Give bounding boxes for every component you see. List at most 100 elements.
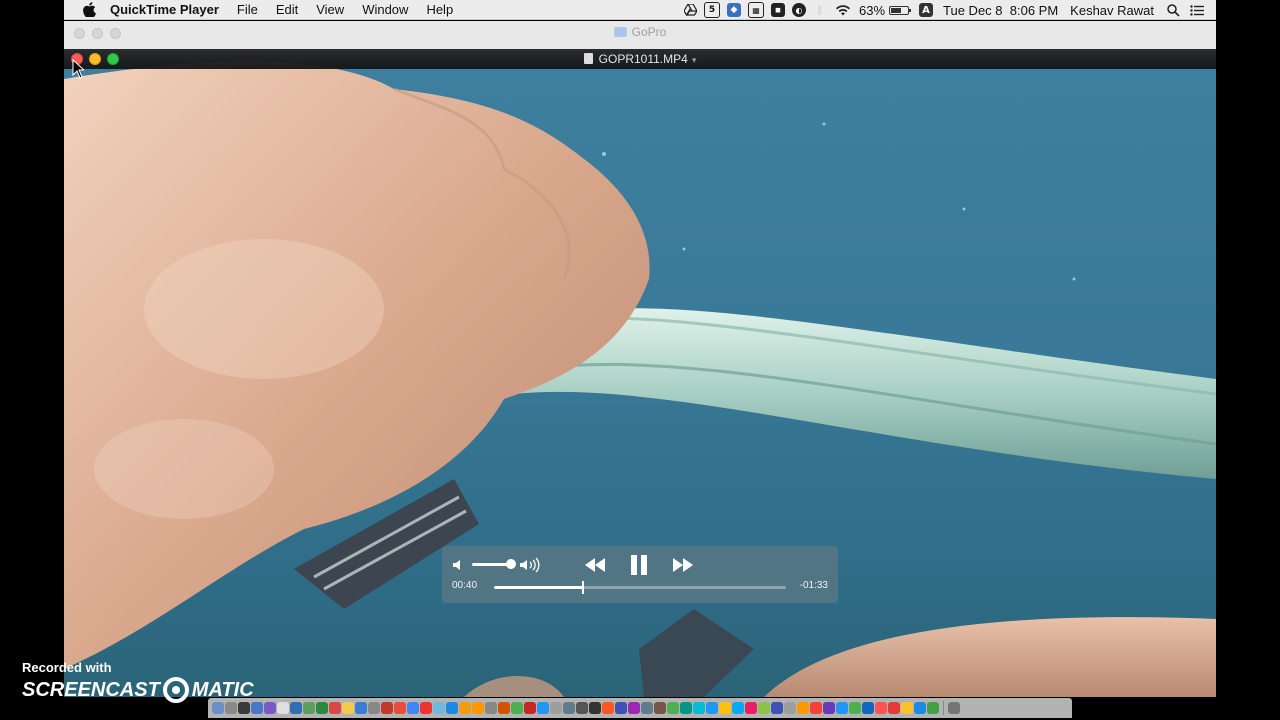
dock-app-icon[interactable] (394, 702, 406, 714)
dock-app-icon[interactable] (342, 702, 354, 714)
app-status-icon[interactable]: ▦ (748, 2, 764, 18)
time-machine-icon[interactable]: ◐ (792, 3, 806, 17)
title-menu-chevron-icon[interactable]: ▾ (692, 55, 697, 65)
menu-view[interactable]: View (316, 2, 344, 17)
scrubber[interactable] (494, 581, 786, 594)
dock-app-icon[interactable] (589, 702, 601, 714)
dropbox-status-icon[interactable]: ◆ (727, 3, 741, 17)
dock-app-icon[interactable] (446, 702, 458, 714)
player-title-bar[interactable]: GOPR1011.MP4 ▾ (64, 49, 1216, 69)
dock-app-icon[interactable] (485, 702, 497, 714)
window-title[interactable]: GOPR1011.MP4 ▾ (64, 52, 1216, 66)
dock-app-icon[interactable] (732, 702, 744, 714)
dock-app-icon[interactable] (498, 702, 510, 714)
dock-app-icon[interactable] (420, 702, 432, 714)
app-menu[interactable]: QuickTime Player (110, 2, 219, 17)
dock-app-icon[interactable] (537, 702, 549, 714)
playback-controls: 00:40 -01:33 (442, 546, 838, 603)
dock-app-icon[interactable] (901, 702, 913, 714)
battery-icon[interactable] (889, 5, 912, 15)
dock-app-icon[interactable] (680, 702, 692, 714)
dock-app-icon[interactable] (433, 702, 445, 714)
volume-low-icon[interactable] (452, 558, 466, 572)
dock-app-icon[interactable] (771, 702, 783, 714)
dock-app-icon[interactable] (550, 702, 562, 714)
wifi-icon[interactable] (834, 3, 852, 17)
dock-app-icon[interactable] (264, 702, 276, 714)
playhead[interactable] (582, 581, 584, 594)
apple-menu-icon[interactable] (80, 1, 98, 19)
dock-app-icon[interactable] (693, 702, 705, 714)
dock-app-icon[interactable] (823, 702, 835, 714)
dock-app-icon[interactable] (654, 702, 666, 714)
dock-app-icon[interactable] (875, 702, 887, 714)
dock-app-icon[interactable] (927, 702, 939, 714)
dock-app-icon[interactable] (576, 702, 588, 714)
dock-app-icon[interactable] (563, 702, 575, 714)
status-area: 5 ◆ ▦ ◼ ◐ ᛒ 63% A Tue Dec 8 8:06 PM Kesh… (683, 0, 1216, 20)
dock-app-icon[interactable] (615, 702, 627, 714)
volume-slider-knob[interactable] (506, 559, 516, 569)
dock-app-icon[interactable] (667, 702, 679, 714)
scrubber-progress (494, 586, 583, 589)
notification-center-icon[interactable] (1190, 3, 1204, 17)
dock-app-icon[interactable] (407, 702, 419, 714)
dock-app-icon[interactable] (628, 702, 640, 714)
dock-app-icon[interactable] (368, 702, 380, 714)
remaining-time: -01:33 (799, 580, 828, 591)
dock-app-icon[interactable] (784, 702, 796, 714)
dock-app-icon[interactable] (810, 702, 822, 714)
dock-app-icon[interactable] (290, 702, 302, 714)
bluetooth-icon[interactable]: ᛒ (813, 3, 827, 17)
finder-window-title: GoPro (64, 25, 1216, 39)
fast-forward-icon[interactable] (671, 556, 695, 574)
dock-app-icon[interactable] (719, 702, 731, 714)
dock-app-icon[interactable] (381, 702, 393, 714)
dock-app-icon[interactable] (914, 702, 926, 714)
dock-app-icon[interactable] (303, 702, 315, 714)
dock-app-icon[interactable] (355, 702, 367, 714)
quicktime-window: GOPR1011.MP4 ▾ 00:40 -01:33 (64, 49, 1216, 697)
input-source-icon[interactable]: A (919, 3, 934, 17)
dock-app-icon[interactable] (238, 702, 250, 714)
screen-record-icon[interactable]: ◼ (771, 3, 785, 17)
volume-slider[interactable] (472, 563, 510, 566)
spotlight-search-icon[interactable] (1166, 3, 1180, 17)
clock[interactable]: Tue Dec 8 8:06 PM (943, 3, 1058, 18)
menu-bar: QuickTime Player File Edit View Window H… (64, 0, 1216, 20)
dock-app-icon[interactable] (251, 702, 263, 714)
dock-app-icon[interactable] (745, 702, 757, 714)
dock-app-icon[interactable] (472, 702, 484, 714)
dock-app-icon[interactable] (212, 702, 224, 714)
dock-app-icon[interactable] (706, 702, 718, 714)
dock-app-icon[interactable] (862, 702, 874, 714)
google-drive-icon[interactable] (683, 3, 697, 17)
dock-app-icon[interactable] (459, 702, 471, 714)
trash-icon[interactable] (948, 702, 960, 714)
dock-app-icon[interactable] (524, 702, 536, 714)
dock-app-icon[interactable] (888, 702, 900, 714)
battery-percent[interactable]: 63% (859, 3, 885, 18)
menu-help[interactable]: Help (426, 2, 453, 17)
skype-status-icon[interactable]: 5 (704, 2, 720, 18)
dock-app-icon[interactable] (511, 702, 523, 714)
menu-edit[interactable]: Edit (276, 2, 298, 17)
pause-icon[interactable] (628, 554, 650, 576)
user-name[interactable]: Keshav Rawat (1070, 3, 1154, 18)
dock-app-icon[interactable] (329, 702, 341, 714)
volume-high-icon[interactable] (519, 557, 541, 573)
dock-app-icon[interactable] (277, 702, 289, 714)
rewind-icon[interactable] (583, 556, 607, 574)
dock-app-icon[interactable] (849, 702, 861, 714)
dock-app-icon[interactable] (797, 702, 809, 714)
menu-file[interactable]: File (237, 2, 258, 17)
dock-app-icon[interactable] (225, 702, 237, 714)
dock-app-icon[interactable] (316, 702, 328, 714)
dock-app-icon[interactable] (836, 702, 848, 714)
menu-window[interactable]: Window (362, 2, 408, 17)
dock-app-icon[interactable] (758, 702, 770, 714)
dock-separator (943, 701, 944, 715)
dock-app-icon[interactable] (641, 702, 653, 714)
mouse-cursor-icon (72, 59, 84, 79)
dock-app-icon[interactable] (602, 702, 614, 714)
